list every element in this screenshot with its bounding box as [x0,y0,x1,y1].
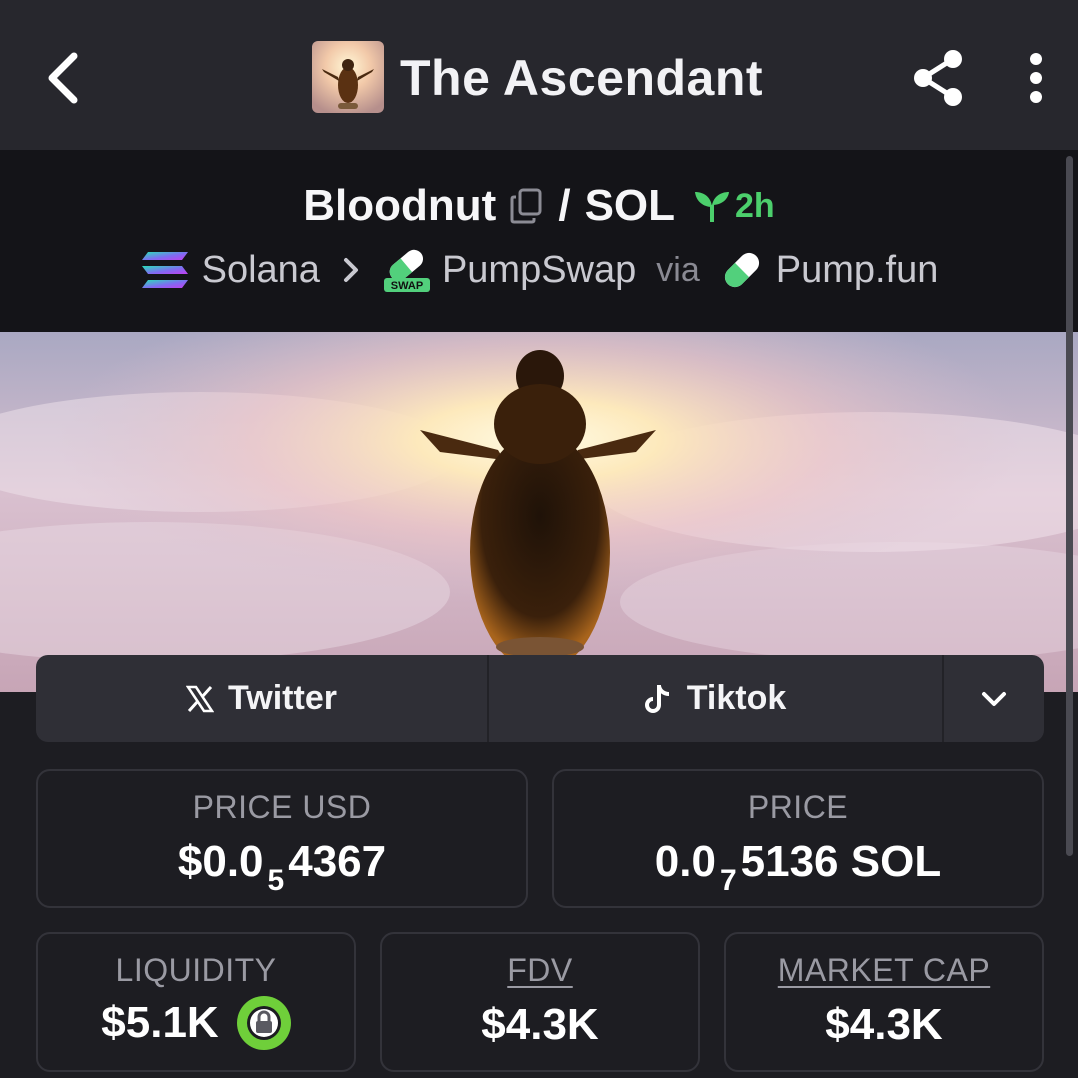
share-icon [914,50,962,106]
price-usd-label: PRICE USD [192,789,372,825]
copy-icon[interactable] [510,188,544,224]
app-header: The Ascendant [0,0,1078,150]
page-title: The Ascendant [400,50,764,106]
price-sol-digits: 5136 SOL [740,837,942,886]
price-usd-card: PRICE USD $0.0 5 4367 [36,769,528,908]
chevron-right-icon [342,256,360,284]
quote-token-name: SOL [584,181,676,230]
liquidity-label: LIQUIDITY [115,952,277,988]
pair-info: Bloodnut / SOL 2h Solana SWAP PumpSwap v… [0,150,1078,332]
launchpad-name: Pump.fun [775,248,939,291]
solana-icon [141,252,188,288]
lock-icon [246,1006,281,1040]
market-cap-card: MARKET CAP $4.3K [724,932,1044,1072]
token-banner-image [0,332,1078,692]
more-options-button[interactable] [1016,50,1056,106]
price-sol-prefix: 0.0 [654,837,716,886]
token-avatar [312,41,384,113]
twitter-label: Twitter [228,679,337,717]
price-usd-value: $0.0 5 4367 [38,837,526,897]
social-links-bar: Twitter Tiktok [36,655,1044,742]
fdv-label[interactable]: FDV [382,952,698,989]
fdv-card: FDV $4.3K [380,932,700,1072]
fdv-value: $4.3K [481,1000,599,1049]
tiktok-icon [644,684,669,713]
chain-name: Solana [201,248,320,291]
dex-link[interactable]: SWAP PumpSwap [382,246,636,294]
price-sol-value: 0.0 7 5136 SOL [554,837,1042,897]
liquidity-card: LIQUIDITY $5.1K [36,932,356,1072]
via-label: via [656,250,700,289]
x-logo-icon [186,685,215,712]
more-socials-button[interactable] [944,655,1044,742]
scrollbar[interactable] [1066,156,1073,856]
share-button[interactable] [904,44,972,112]
price-usd-digits: 4367 [288,837,387,886]
price-usd-prefix: $0.0 [177,837,264,886]
pill-icon [724,252,759,288]
more-vertical-icon [1030,53,1042,103]
chain-link[interactable]: Solana [140,249,320,292]
chevron-left-icon [48,52,78,104]
price-usd-zero-count: 5 [267,864,285,897]
tiktok-label: Tiktok [686,679,787,717]
route-row: Solana SWAP PumpSwap via Pump.fun [0,242,1078,298]
liquidity-lock-badge[interactable] [236,996,291,1050]
price-sol-label: PRICE [747,789,849,825]
price-sol-zero-count: 7 [719,864,737,897]
pair-age-badge: 2h [693,187,775,226]
dex-name: PumpSwap [441,248,637,291]
market-cap-label[interactable]: MARKET CAP [726,952,1042,989]
twitter-button[interactable]: Twitter [36,655,489,742]
base-token-name: Bloodnut [303,181,497,230]
price-sol-card: PRICE 0.0 7 5136 SOL [552,769,1044,908]
sprout-icon [695,192,730,222]
pair-age: 2h [735,186,775,225]
chevron-down-icon [982,691,1006,706]
liquidity-value-row: $5.1K [38,996,354,1050]
pair-separator: / [558,181,571,230]
back-button[interactable] [34,44,90,112]
svg-text:SWAP: SWAP [391,280,423,292]
launchpad-link[interactable]: Pump.fun [720,248,939,292]
pumpswap-icon: SWAP [383,249,430,292]
market-cap-value: $4.3K [825,1000,943,1049]
pair-row: Bloodnut / SOL 2h [0,176,1078,236]
tiktok-button[interactable]: Tiktok [489,655,944,742]
liquidity-value: $5.1K [101,998,219,1047]
